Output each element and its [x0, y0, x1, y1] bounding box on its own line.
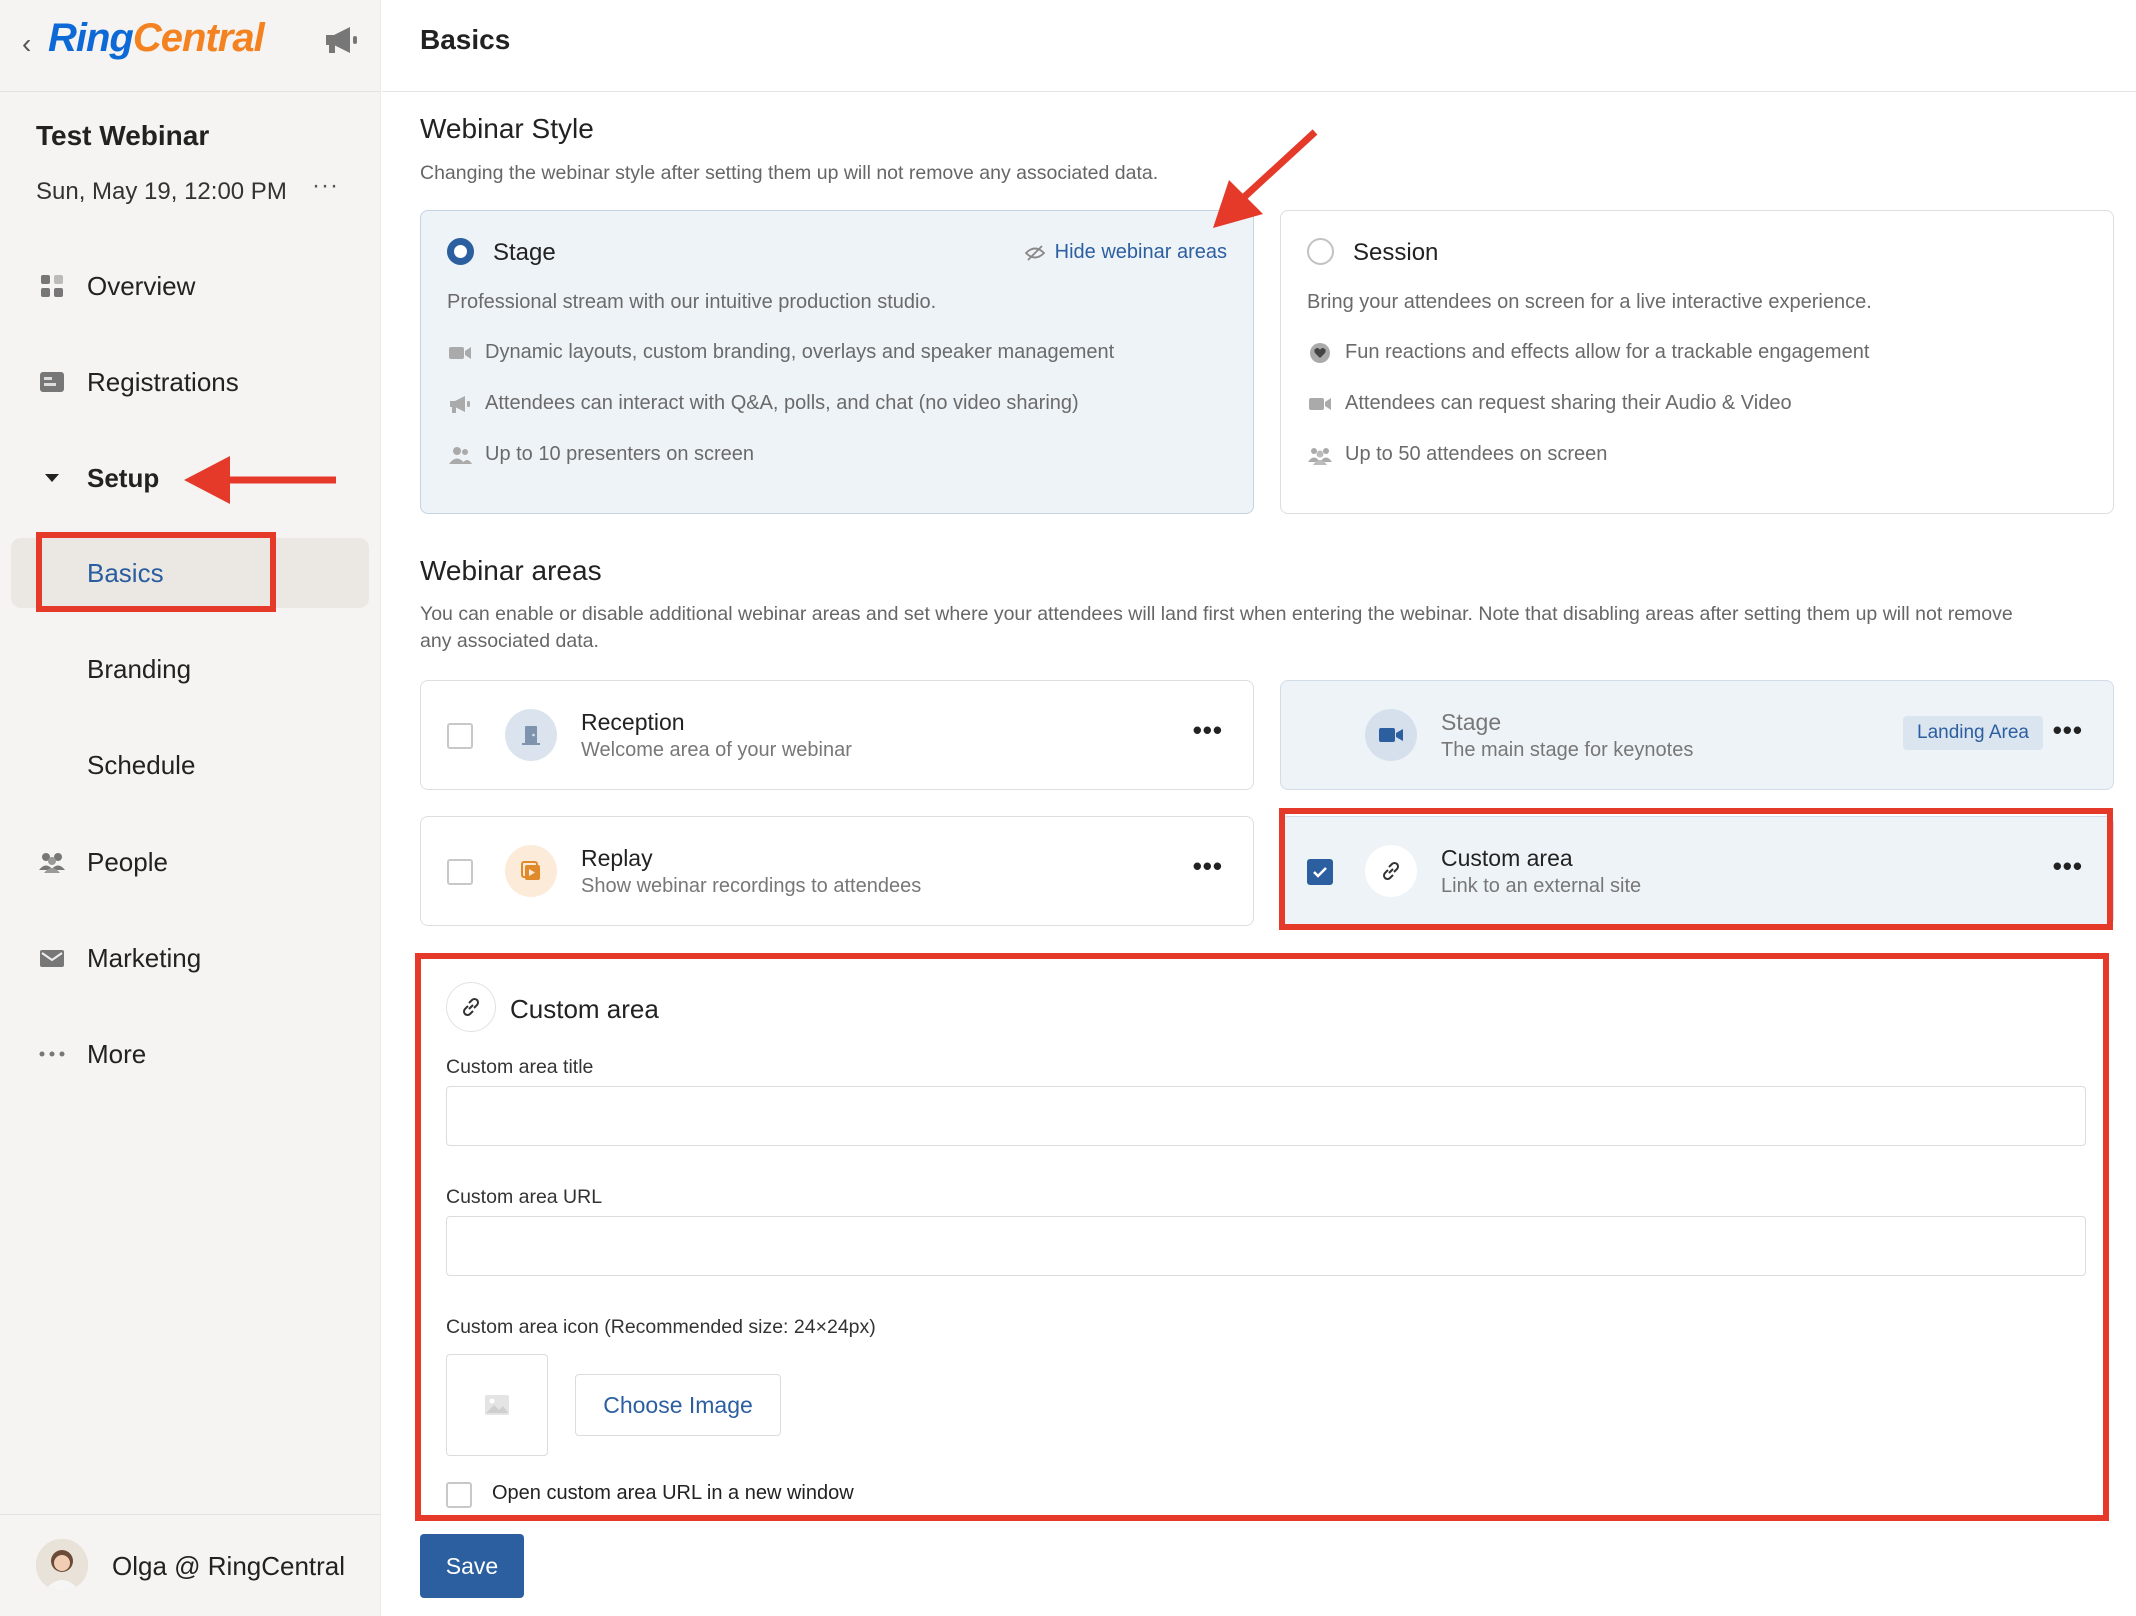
ellipsis-icon	[38, 1040, 66, 1068]
nav-more[interactable]: More	[0, 1024, 381, 1084]
heart-icon	[1307, 342, 1333, 364]
webinar-style-title: Webinar Style	[420, 113, 594, 144]
nav-marketing[interactable]: Marketing	[0, 928, 381, 988]
save-button[interactable]: Save	[420, 1534, 524, 1598]
area-card-replay[interactable]: Replay Show webinar recordings to attend…	[420, 816, 1254, 926]
webinar-areas-title: Webinar areas	[420, 555, 602, 586]
replay-subtitle: Show webinar recordings to attendees	[581, 875, 922, 897]
session-description: Bring your attendees on screen for a liv…	[1307, 291, 1872, 313]
nav-overview[interactable]: Overview	[0, 256, 381, 316]
main-header: Basics	[382, 0, 2136, 92]
eye-off-icon	[1024, 244, 1045, 261]
door-icon	[505, 709, 557, 761]
session-feature-text: Up to 50 attendees on screen	[1345, 443, 1608, 465]
annotation-box-custom-area	[1279, 808, 2113, 930]
page-title: Basics	[420, 24, 511, 55]
nav-registrations[interactable]: Registrations	[0, 352, 381, 412]
session-feature-text: Attendees can request sharing their Audi…	[1345, 392, 1792, 414]
video-camera-icon	[1365, 709, 1417, 761]
envelope-icon	[38, 944, 66, 972]
stage-radio[interactable]	[447, 238, 474, 265]
user-name: Olga @ RingCentral	[112, 1551, 346, 1581]
megaphone-icon[interactable]	[322, 24, 362, 56]
reception-checkbox[interactable]	[447, 723, 473, 749]
reception-subtitle: Welcome area of your webinar	[581, 739, 852, 761]
users-icon	[447, 444, 473, 466]
sidebar-item-branding-label: Branding	[87, 654, 192, 684]
hide-webinar-areas-label: Hide webinar areas	[1054, 241, 1227, 263]
stage-area-title: Stage	[1441, 709, 1502, 735]
sidebar-header: ‹ RingCentral	[0, 0, 380, 92]
replay-more-button[interactable]: •••	[1193, 851, 1223, 882]
annotation-box-basics	[36, 532, 276, 612]
caret-down-icon	[38, 464, 66, 492]
replay-checkbox[interactable]	[447, 859, 473, 885]
session-title: Session	[1353, 239, 1439, 266]
sidebar: ‹ RingCentral Test Webinar Sun, May 19, …	[0, 0, 381, 1616]
stage-feature-text: Up to 10 presenters on screen	[485, 443, 755, 465]
stage-feature: Dynamic layouts, custom branding, overla…	[447, 341, 1114, 364]
group-icon	[1307, 444, 1333, 466]
sidebar-item-schedule-label: Schedule	[87, 750, 196, 780]
reception-title: Reception	[581, 709, 685, 735]
stage-feature: Up to 10 presenters on screen	[447, 443, 754, 466]
nav-registrations-label: Registrations	[87, 366, 239, 397]
nav-more-label: More	[87, 1038, 147, 1069]
hide-webinar-areas-link[interactable]: Hide webinar areas	[1024, 241, 1227, 264]
sidebar-item-schedule[interactable]: Schedule	[11, 730, 369, 800]
stage-feature: Attendees can interact with Q&A, polls, …	[447, 392, 1079, 415]
webinar-areas-description-line2: any associated data.	[420, 630, 599, 652]
back-chevron-icon[interactable]: ‹	[22, 28, 31, 60]
replay-title: Replay	[581, 845, 653, 871]
session-feature: Fun reactions and effects allow for a tr…	[1307, 341, 1869, 364]
stage-description: Professional stream with our intuitive p…	[447, 291, 937, 313]
annotation-arrow-setup	[184, 456, 336, 504]
stage-area-more-button[interactable]: •••	[2053, 715, 2083, 746]
landing-area-badge: Landing Area	[1903, 716, 2043, 750]
ringcentral-logo: RingCentral	[48, 16, 265, 60]
event-date: Sun, May 19, 12:00 PM	[36, 178, 287, 205]
style-card-stage[interactable]: Stage Hide webinar areas Professional st…	[420, 210, 1254, 514]
event-more-button[interactable]: ···	[312, 172, 339, 200]
registrations-icon	[38, 368, 66, 396]
video-camera-icon	[447, 342, 473, 364]
stage-title: Stage	[493, 239, 556, 266]
stage-feature-text: Dynamic layouts, custom branding, overla…	[485, 341, 1115, 363]
avatar[interactable]	[36, 1539, 88, 1591]
nav-people-label: People	[87, 846, 168, 877]
stage-feature-text: Attendees can interact with Q&A, polls, …	[485, 392, 1079, 414]
nav-marketing-label: Marketing	[87, 942, 202, 973]
session-feature: Attendees can request sharing their Audi…	[1307, 392, 1792, 415]
session-radio[interactable]	[1307, 238, 1334, 265]
stage-area-subtitle: The main stage for keynotes	[1441, 739, 1694, 761]
video-camera-icon	[1307, 393, 1333, 415]
style-card-session[interactable]: Session Bring your attendees on screen f…	[1280, 210, 2114, 514]
sidebar-item-branding[interactable]: Branding	[11, 634, 369, 704]
grid-icon	[38, 272, 66, 300]
session-feature: Up to 50 attendees on screen	[1307, 443, 1607, 466]
area-card-stage[interactable]: Stage The main stage for keynotes Landin…	[1280, 680, 2114, 790]
event-title: Test Webinar	[36, 120, 210, 151]
nav-people[interactable]: People	[0, 832, 381, 892]
sidebar-footer: Olga @ RingCentral	[0, 1514, 381, 1616]
nav-setup-label: Setup	[87, 462, 160, 493]
annotation-box-custom-panel	[415, 953, 2109, 1521]
nav-overview-label: Overview	[87, 270, 196, 301]
annotation-arrow-hide-areas	[1213, 129, 1318, 228]
replay-icon	[505, 845, 557, 897]
area-card-reception[interactable]: Reception Welcome area of your webinar •…	[420, 680, 1254, 790]
webinar-style-description: Changing the webinar style after setting…	[420, 162, 1159, 184]
session-feature-text: Fun reactions and effects allow for a tr…	[1345, 341, 1870, 363]
people-icon	[38, 848, 66, 876]
megaphone-icon	[447, 393, 473, 415]
reception-more-button[interactable]: •••	[1193, 715, 1223, 746]
webinar-areas-description-line1: You can enable or disable additional web…	[420, 603, 2013, 625]
